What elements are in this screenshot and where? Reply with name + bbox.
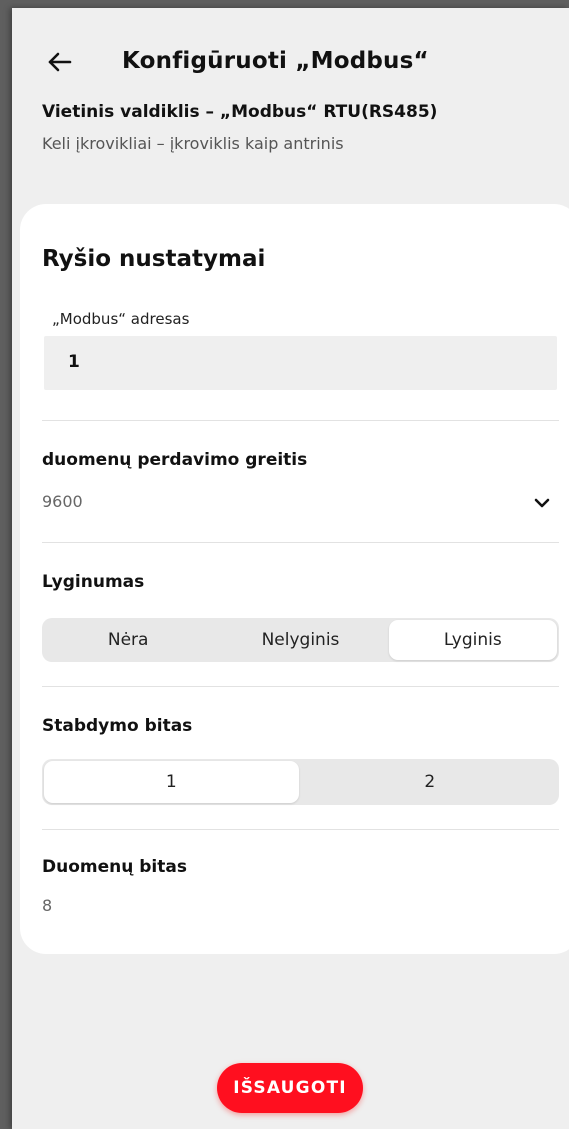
- baud-rate-label: duomenų perdavimo greitis: [42, 450, 308, 470]
- divider: [42, 542, 559, 543]
- baud-rate-dropdown[interactable]: [532, 493, 552, 513]
- modbus-address-value: 1: [68, 352, 80, 372]
- stop-bit-option-2[interactable]: 2: [303, 761, 558, 803]
- back-button[interactable]: [42, 44, 78, 80]
- modbus-address-label: „Modbus“ adresas: [52, 310, 190, 328]
- stop-bit-label: Stabdymo bitas: [42, 716, 193, 736]
- page-title: Konfigūruoti „Modbus“: [122, 48, 429, 74]
- charger-mode-description: Keli įkrovikliai – įkroviklis kaip antri…: [42, 134, 344, 153]
- modbus-address-input[interactable]: 1: [44, 336, 557, 390]
- divider: [42, 829, 559, 830]
- controller-subtitle: Vietinis valdiklis – „Modbus“ RTU(RS485): [42, 102, 438, 122]
- parity-option-odd[interactable]: Nelyginis: [216, 620, 384, 660]
- parity-segmented-control: Nėra Nelyginis Lyginis: [42, 618, 559, 662]
- save-button[interactable]: IŠSAUGOTI: [217, 1063, 363, 1113]
- stop-bit-option-1[interactable]: 1: [44, 761, 299, 803]
- card-title: Ryšio nustatymai: [42, 246, 266, 272]
- data-bit-label: Duomenų bitas: [42, 857, 187, 877]
- divider: [42, 420, 559, 421]
- top-bar: Konfigūruoti „Modbus“: [12, 36, 569, 86]
- baud-rate-value[interactable]: 9600: [42, 492, 83, 511]
- divider: [42, 686, 559, 687]
- app-screen: Konfigūruoti „Modbus“ Vietinis valdiklis…: [12, 8, 569, 1129]
- parity-label: Lyginumas: [42, 572, 145, 592]
- connection-settings-card: Ryšio nustatymai „Modbus“ adresas 1 duom…: [20, 204, 569, 954]
- data-bit-value: 8: [42, 896, 53, 915]
- chevron-down-icon: [534, 498, 550, 508]
- stop-bit-segmented-control: 1 2: [42, 759, 559, 805]
- arrow-left-icon: [48, 52, 72, 72]
- parity-option-none[interactable]: Nėra: [44, 620, 212, 660]
- parity-option-even[interactable]: Lyginis: [388, 620, 557, 660]
